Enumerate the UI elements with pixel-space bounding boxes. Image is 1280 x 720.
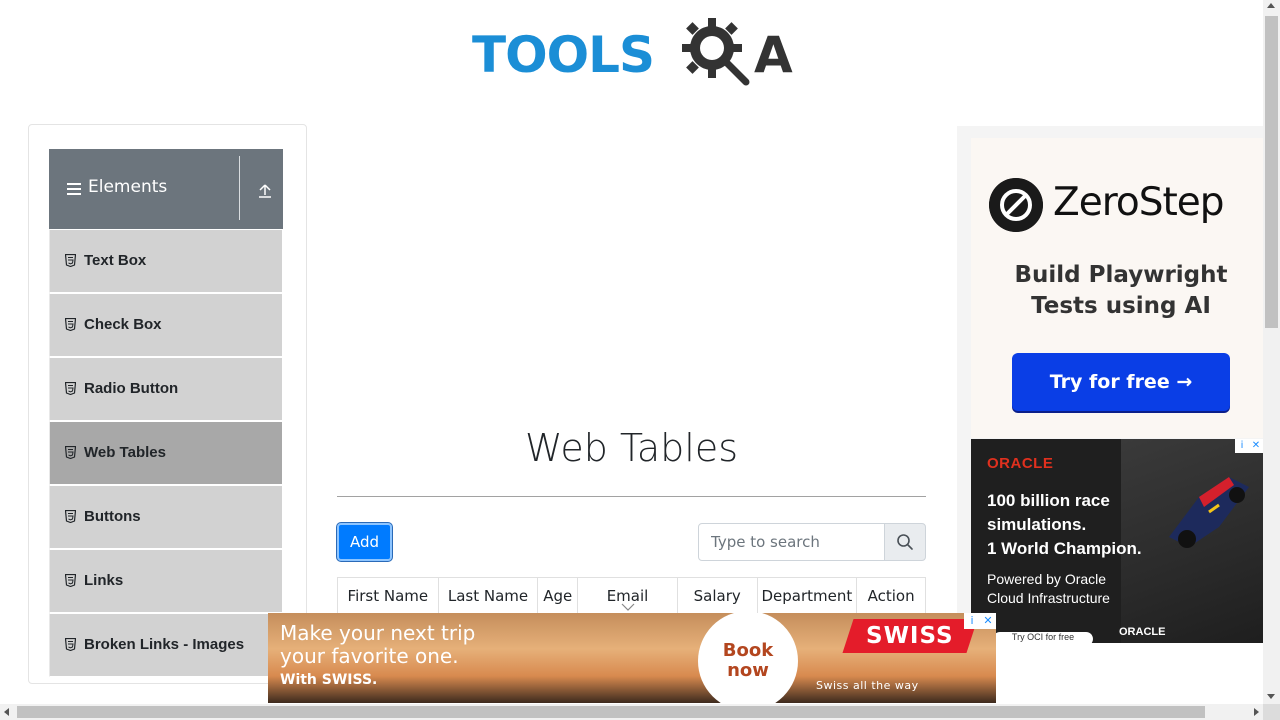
html5-icon	[65, 638, 76, 651]
html5-icon	[65, 510, 76, 523]
scroll-left-arrow-icon[interactable]	[4, 708, 9, 716]
vertical-scroll-thumb[interactable]	[1265, 16, 1278, 328]
zerostep-ad[interactable]: ZeroStep Build Playwright Tests using AI…	[971, 138, 1263, 438]
column-header-label: Email	[606, 586, 649, 605]
sidebar-item-label: Web Tables	[84, 444, 166, 461]
close-icon[interactable]: ✕	[980, 613, 996, 629]
column-header-last-name[interactable]: Last Name	[439, 578, 539, 613]
oracle-headline-line2: simulations.	[987, 515, 1087, 534]
search-button[interactable]	[884, 523, 926, 561]
logo-text: TOOLS	[472, 26, 655, 84]
sidebar-item-text-box[interactable]: Text Box	[49, 229, 283, 293]
swiss-headline: Make your next trip your favorite one.	[280, 622, 475, 668]
scroll-down-arrow-icon[interactable]	[1267, 694, 1275, 699]
swiss-logo: SWISS	[842, 619, 978, 653]
page-title: Web Tables	[525, 426, 738, 470]
oracle-brand: ORACLE	[987, 455, 1054, 472]
swiss-logo-text: SWISS	[866, 623, 954, 649]
oracle-sub-line1: Powered by Oracle	[987, 571, 1107, 587]
hamburger-icon	[67, 183, 81, 195]
search-icon	[897, 534, 913, 550]
add-button[interactable]: Add	[337, 523, 392, 561]
zerostep-cta-button[interactable]: Try for free →	[1012, 353, 1230, 411]
group-title: Elements	[88, 177, 168, 197]
elements-group-header[interactable]: Elements	[49, 149, 283, 229]
horizontal-scrollbar[interactable]	[0, 704, 1263, 720]
oracle-footer-brand: ORACLE	[1119, 626, 1166, 638]
table-header-row: First Name Last Name Age Email Salary De…	[337, 577, 926, 613]
sidebar-item-buttons[interactable]: Buttons	[49, 485, 283, 549]
oracle-headline: 100 billion race simulations. 1 World Ch…	[987, 489, 1142, 561]
oracle-subtext: Powered by Oracle Cloud Infrastructure	[987, 570, 1110, 608]
column-header-action[interactable]: Action	[857, 578, 925, 613]
swiss-headline-line2: your favorite one.	[280, 644, 459, 668]
sidebar-item-label: Radio Button	[84, 380, 179, 397]
html5-icon	[65, 382, 76, 395]
site-logo[interactable]: TOOLS A	[472, 16, 796, 92]
sidebar-item-label: Check Box	[84, 316, 162, 333]
sidebar-item-check-box[interactable]: Check Box	[49, 293, 283, 357]
oracle-ad[interactable]: i ✕ ORACLE 100 billion race simulations.…	[971, 439, 1263, 643]
zerostep-brand: ZeroStep	[1053, 180, 1225, 225]
adchoices-icon[interactable]: i	[1235, 439, 1249, 453]
scroll-up-arrow-icon[interactable]	[1267, 3, 1275, 8]
swiss-banner-ad[interactable]: Make your next trip your favorite one. W…	[268, 613, 996, 703]
scroll-right-arrow-icon[interactable]	[1254, 708, 1259, 716]
swiss-subline: With SWISS.	[280, 672, 378, 688]
sidebar-item-label: Text Box	[84, 252, 147, 269]
swiss-headline-line1: Make your next trip	[280, 621, 476, 645]
title-divider	[337, 496, 926, 497]
zerostep-headline-line2: Tests using AI	[1031, 293, 1211, 319]
sidebar-item-label: Buttons	[84, 508, 141, 525]
search-input[interactable]	[698, 523, 885, 561]
column-header-first-name[interactable]: First Name	[338, 578, 439, 613]
sidebar-item-web-tables[interactable]: Web Tables	[49, 421, 283, 485]
elements-menu: Text Box Check Box Radio Button Web Tabl…	[49, 229, 283, 677]
column-header-age[interactable]: Age	[538, 578, 579, 613]
vertical-scrollbar[interactable]	[1263, 0, 1280, 704]
sidebar-item-broken-links[interactable]: Broken Links - Images	[49, 613, 283, 677]
sidebar-item-links[interactable]: Links	[49, 549, 283, 613]
book-now-line2: now	[727, 660, 769, 681]
page: TOOLS A Elements Text Box Check Box Radi…	[0, 0, 1280, 720]
sidebar-item-label: Broken Links - Images	[84, 636, 245, 653]
html5-icon	[65, 318, 76, 331]
column-header-salary[interactable]: Salary	[678, 578, 758, 613]
html5-icon	[65, 446, 76, 459]
zerostep-headline-line1: Build Playwright	[1014, 262, 1228, 288]
oracle-headline-line3: 1 World Champion.	[987, 539, 1142, 558]
column-header-department[interactable]: Department	[758, 578, 858, 613]
sidebar-item-label: Links	[84, 572, 124, 589]
collapse-arrow-icon[interactable]	[257, 183, 273, 199]
book-now-line1: Book	[722, 640, 774, 661]
race-car-image	[1169, 477, 1249, 548]
zerostep-headline: Build Playwright Tests using AI	[971, 260, 1263, 322]
oracle-sub-line2: Cloud Infrastructure	[987, 590, 1110, 606]
book-now-button[interactable]: Book now	[698, 613, 798, 703]
header-divider	[239, 156, 240, 220]
oracle-cta-button[interactable]: Try OCI for free	[993, 632, 1093, 643]
horizontal-scroll-thumb[interactable]	[17, 706, 1205, 718]
html5-icon	[65, 254, 76, 267]
gear-magnifier-icon	[682, 18, 750, 86]
ad-choices[interactable]: i ✕	[1235, 439, 1263, 453]
adchoices-icon[interactable]: i	[964, 613, 980, 629]
zerostep-logo-icon	[989, 178, 1043, 232]
ad-close-icon[interactable]: ✕	[1249, 439, 1263, 453]
left-panel: Elements Text Box Check Box Radio Button	[28, 124, 307, 684]
ad-column: ZeroStep Build Playwright Tests using AI…	[957, 126, 1263, 643]
html5-icon	[65, 574, 76, 587]
logo-suffix: A	[754, 26, 793, 84]
column-header-email[interactable]: Email	[578, 578, 678, 613]
scrollbar-corner	[1263, 704, 1280, 720]
banner-ad-controls[interactable]: i ✕	[964, 613, 996, 629]
oracle-headline-line1: 100 billion race	[987, 491, 1110, 510]
sort-chevron-icon	[621, 603, 634, 611]
sidebar-item-radio-button[interactable]: Radio Button	[49, 357, 283, 421]
swiss-tagline: Swiss all the way	[816, 679, 919, 692]
